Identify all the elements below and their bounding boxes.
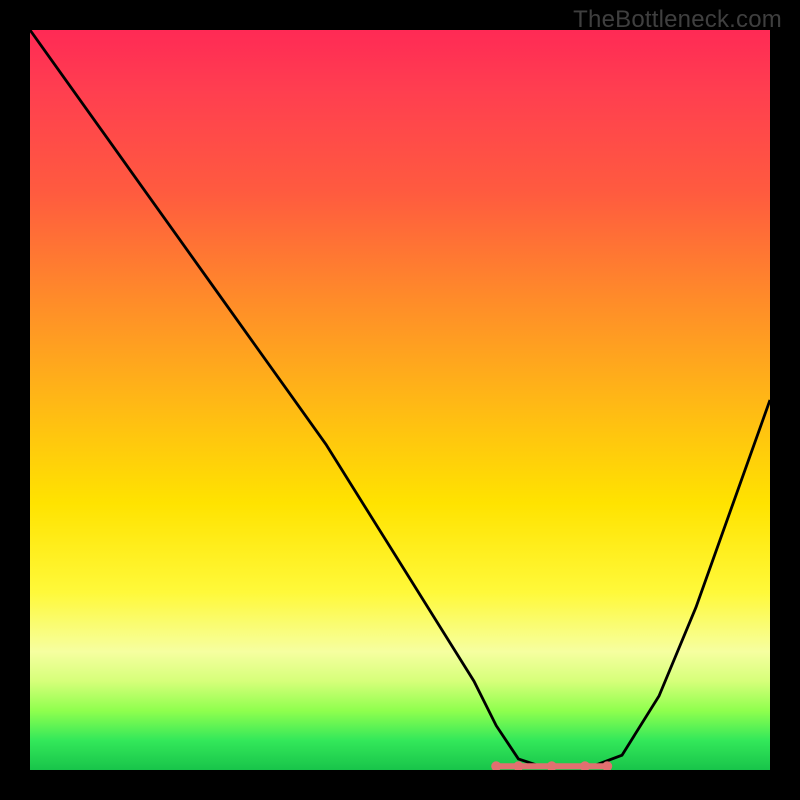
bottleneck-curve xyxy=(30,30,770,766)
optimal-marker xyxy=(513,761,523,770)
optimal-marker xyxy=(547,761,557,770)
plot-area xyxy=(30,30,770,770)
optimal-marker xyxy=(580,761,590,770)
watermark-text: TheBottleneck.com xyxy=(573,6,782,34)
curve-svg xyxy=(30,30,770,770)
optimal-marker xyxy=(491,761,501,770)
chart-frame: TheBottleneck.com xyxy=(0,0,800,800)
